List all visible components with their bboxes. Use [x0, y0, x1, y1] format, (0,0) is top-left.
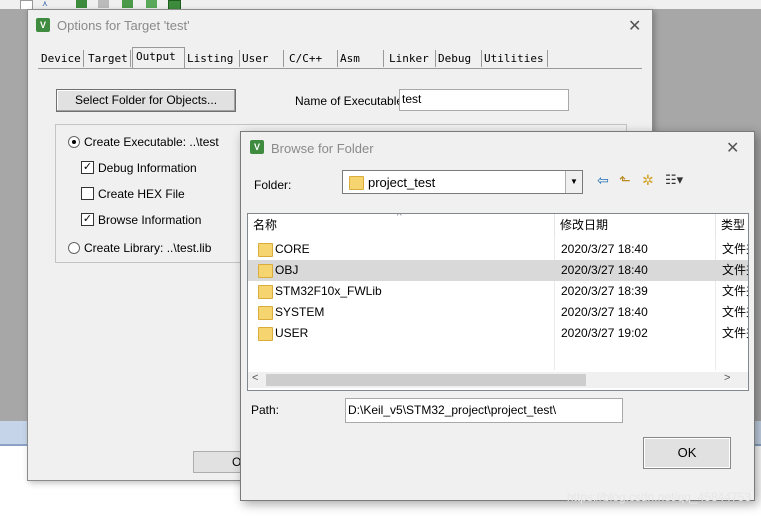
list-item[interactable]: CORE 2020/3/27 18:40 文件夹 [248, 239, 748, 260]
toolbar-strip [0, 0, 761, 9]
create-library-radio[interactable] [68, 242, 80, 254]
create-executable-label: Create Executable: ..\test [84, 135, 219, 149]
ok-button[interactable]: OK [643, 437, 731, 469]
name-executable-label: Name of Executable: [295, 94, 407, 108]
item-date: 2020/3/27 18:40 [561, 242, 648, 256]
item-type: 文件夹 [722, 263, 748, 277]
create-library-label: Create Library: ..\test.lib [84, 241, 212, 255]
item-type: 文件夹 [722, 326, 748, 340]
folder-combo[interactable]: project_test ▼ [342, 170, 583, 194]
item-type: 文件夹 [722, 242, 748, 256]
workspace-background [0, 9, 27, 421]
scrollbar-thumb[interactable] [266, 374, 586, 386]
view-menu-icon[interactable]: ☷▾ [665, 172, 683, 188]
close-icon[interactable]: ✕ [628, 16, 641, 36]
browse-info-label: Browse Information [98, 213, 202, 227]
list-item-selected[interactable]: OBJ 2020/3/27 18:40 文件夹 [248, 260, 748, 281]
sort-up-icon: ^ [397, 213, 402, 222]
folder-label: Folder: [254, 178, 292, 192]
list-item[interactable]: USER 2020/3/27 19:02 文件夹 [248, 323, 748, 344]
debug-info-label: Debug Information [98, 161, 197, 175]
tab-bar: Device Target Output Listing User C/C++ … [38, 47, 642, 69]
tab-device[interactable]: Device [38, 50, 84, 67]
folder-icon [258, 306, 273, 320]
folder-icon [258, 243, 273, 257]
horizontal-scrollbar[interactable]: < > [248, 372, 748, 388]
options-dialog-title: Options for Target 'test' [57, 18, 190, 33]
keil-app-icon: V [250, 140, 264, 154]
debug-info-checkbox[interactable]: ✓ [81, 161, 94, 174]
tab-utilities[interactable]: Utilities [481, 50, 548, 67]
tab-cpp[interactable]: C/C++ [286, 50, 338, 67]
build-icon[interactable] [76, 0, 87, 8]
item-name: CORE [275, 242, 310, 256]
folder-icon [258, 285, 273, 299]
download-icon[interactable] [146, 0, 157, 8]
item-name: USER [275, 326, 309, 340]
path-field[interactable]: D:\Keil_v5\STM32_project\project_test\ [345, 398, 623, 423]
folder-combo-value: project_test [368, 175, 436, 190]
new-folder-icon[interactable]: ✲ [642, 172, 654, 189]
item-type: 文件夹 [722, 305, 748, 319]
folder-icon [258, 264, 273, 278]
watermark: https://blog.csdn.net/qq_45844753 [566, 490, 751, 504]
tab-debug[interactable]: Debug [435, 50, 482, 67]
column-header-date[interactable]: 修改日期 [555, 214, 716, 236]
create-executable-radio[interactable] [68, 136, 80, 148]
path-label: Path: [251, 403, 280, 417]
tab-asm[interactable]: Asm [337, 50, 384, 67]
item-name: STM32F10x_FWLib [275, 284, 382, 298]
back-arrow-icon[interactable]: ⇦ [597, 172, 609, 189]
network-icon[interactable]: ⋏ [42, 0, 53, 8]
create-hex-label: Create HEX File [98, 187, 185, 201]
create-hex-checkbox[interactable] [81, 187, 94, 200]
folder-icon [258, 327, 273, 341]
item-date: 2020/3/27 19:02 [561, 326, 648, 340]
column-header-type[interactable]: 类型 [716, 214, 748, 236]
item-name: SYSTEM [275, 305, 325, 319]
folder-icon [349, 176, 364, 190]
item-name: OBJ [275, 263, 299, 277]
list-item[interactable]: SYSTEM 2020/3/27 18:40 文件夹 [248, 302, 748, 323]
chevron-down-icon[interactable]: ▼ [565, 171, 582, 193]
item-type: 文件夹 [722, 284, 748, 298]
scroll-right-icon[interactable]: > [724, 372, 730, 384]
keil-app-icon: V [36, 18, 50, 32]
tab-user[interactable]: User [239, 50, 284, 67]
tab-separator [38, 68, 642, 69]
item-date: 2020/3/27 18:40 [561, 263, 648, 277]
close-icon[interactable]: ✕ [726, 138, 739, 158]
tab-listing[interactable]: Listing [184, 50, 240, 67]
select-folder-button[interactable]: Select Folder for Objects... [56, 89, 236, 112]
up-folder-icon[interactable]: ⬑ [619, 172, 631, 189]
browse-info-checkbox[interactable]: ✓ [81, 213, 94, 226]
browse-folder-dialog: V Browse for Folder ✕ Folder: project_te… [240, 131, 755, 501]
copy-icon[interactable] [98, 0, 109, 8]
item-date: 2020/3/27 18:39 [561, 284, 648, 298]
scroll-left-icon[interactable]: < [252, 372, 258, 384]
tab-linker[interactable]: Linker [386, 50, 436, 67]
tab-target[interactable]: Target [85, 50, 131, 67]
browse-dialog-title: Browse for Folder [271, 141, 374, 156]
load-icon[interactable] [122, 0, 133, 8]
name-executable-field[interactable]: test [399, 89, 569, 111]
folder-list[interactable]: 名称 ^ 修改日期 类型 CORE 2020/3/27 18:40 文件夹 OB… [247, 213, 749, 391]
tab-output[interactable]: Output [132, 47, 185, 68]
list-item[interactable]: STM32F10x_FWLib 2020/3/27 18:39 文件夹 [248, 281, 748, 302]
item-date: 2020/3/27 18:40 [561, 305, 648, 319]
